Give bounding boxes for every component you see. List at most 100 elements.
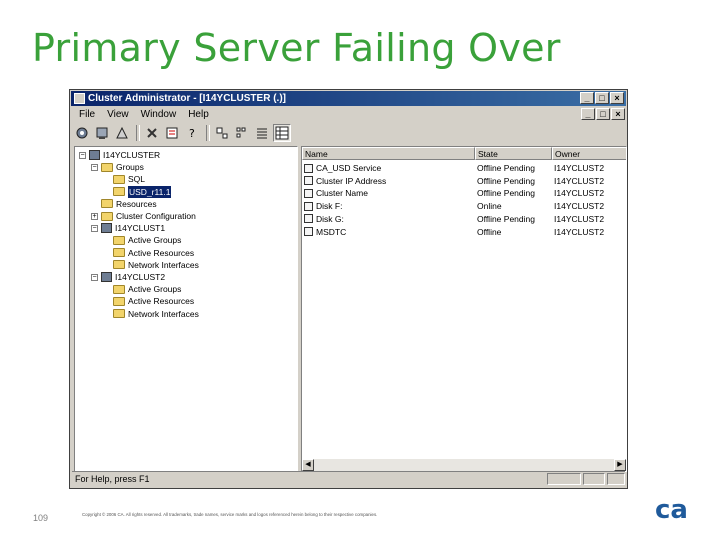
ca-logo-text: ca xyxy=(655,495,688,523)
resource-name-cell[interactable]: CA_USD Service xyxy=(304,162,474,174)
toolbar-separator xyxy=(136,125,140,141)
menu-help[interactable]: Help xyxy=(182,108,215,122)
menu-view[interactable]: View xyxy=(101,108,135,122)
cell-text: I14YCLUST2 xyxy=(554,163,605,173)
minimize-button[interactable]: _ xyxy=(580,92,594,104)
tree-node[interactable]: − I14YCLUST2 xyxy=(91,271,165,283)
tree-node[interactable]: USD_r11.1 xyxy=(103,185,172,198)
collapse-icon[interactable]: − xyxy=(79,151,86,159)
scroll-left-icon[interactable]: ◀ xyxy=(302,459,314,471)
folder-icon xyxy=(101,199,113,209)
collapse-icon[interactable]: − xyxy=(91,224,98,232)
tree-node[interactable]: − I14YCLUSTER xyxy=(79,149,160,161)
tree-node-label: I14YCLUST1 xyxy=(115,223,166,234)
folder-icon xyxy=(101,211,113,221)
resource-name-cell[interactable]: Disk G: xyxy=(304,213,474,225)
cell-text: Offline Pending xyxy=(477,175,535,186)
column-header[interactable]: Name xyxy=(302,147,475,160)
list-view-icon[interactable] xyxy=(253,124,271,142)
table-cell: I14YCLUST2 xyxy=(554,175,626,187)
cell-text: I14YCLUST2 xyxy=(554,188,605,199)
tree-node-label: I14YCLUSTER xyxy=(103,150,161,160)
tree-node[interactable]: Resources xyxy=(91,198,157,210)
window-title: Cluster Administrator - [I14YCLUSTER (.)… xyxy=(88,93,286,104)
tree-node[interactable]: − I14YCLUST1 xyxy=(91,222,165,234)
horizontal-scrollbar[interactable]: ◀ ▶ xyxy=(302,459,626,471)
cell-text: Offline Pending xyxy=(477,188,535,199)
mdi-close-button[interactable]: × xyxy=(611,108,625,120)
maximize-button[interactable]: □ xyxy=(595,92,609,104)
slide-title: Primary Server Failing Over xyxy=(32,26,561,70)
tree-node[interactable]: Active Groups xyxy=(103,234,181,246)
app-icon xyxy=(74,93,85,104)
resource-name-cell[interactable]: Cluster Name xyxy=(304,187,474,199)
cell-text: Disk F: xyxy=(316,201,343,212)
column-header[interactable]: Owner xyxy=(552,147,626,160)
resource-icon xyxy=(304,176,313,186)
large-icons-icon[interactable] xyxy=(213,124,231,142)
window-titlebar[interactable]: Cluster Administrator - [I14YCLUSTER (.)… xyxy=(71,91,626,106)
cell-text: MSDTC xyxy=(316,226,347,237)
cell-text: I14YCLUST2 xyxy=(554,201,605,212)
cell-text: Offline Pending xyxy=(477,213,535,224)
table-cell: I14YCLUST2 xyxy=(554,200,626,212)
tree-node-label: Resources xyxy=(116,198,157,209)
resource-name-cell[interactable]: MSDTC xyxy=(304,226,474,238)
node-icon[interactable] xyxy=(93,124,111,142)
mdi-restore-button[interactable]: □ xyxy=(596,108,610,120)
status-text: For Help, press F1 xyxy=(75,474,150,484)
resource-name-cell[interactable]: Disk F: xyxy=(304,200,474,212)
cell-text: CA_USD Service xyxy=(316,163,382,173)
tree-pane[interactable]: − I14YCLUSTER − Groups SQL USD_r11.1 Resources… xyxy=(74,146,298,472)
scroll-right-icon[interactable]: ▶ xyxy=(614,459,626,471)
cell-text: Offline Pending xyxy=(477,163,535,173)
cluster-admin-window: Cluster Administrator - [I14YCLUSTER (.)… xyxy=(69,89,628,489)
resource-icon xyxy=(304,214,313,224)
pause-node-icon[interactable] xyxy=(113,124,131,142)
tree-node-label: I14YCLUST2 xyxy=(115,272,166,282)
toolbar-separator xyxy=(206,125,210,141)
menu-window[interactable]: Window xyxy=(135,108,183,122)
resource-icon xyxy=(304,201,313,211)
status-panel xyxy=(547,473,581,485)
small-icons-icon[interactable] xyxy=(233,124,251,142)
collapse-icon[interactable]: − xyxy=(91,163,98,171)
properties-icon[interactable] xyxy=(163,124,181,142)
tree-node-label: Network Interfaces xyxy=(128,259,199,270)
table-cell: Offline Pending xyxy=(477,162,551,174)
cell-text: Cluster Name xyxy=(316,188,368,199)
delete-icon[interactable] xyxy=(143,124,161,142)
mdi-minimize-button[interactable]: _ xyxy=(581,108,595,120)
toolbar: ? xyxy=(73,123,293,143)
tree-node[interactable]: + Cluster Configuration xyxy=(91,210,196,222)
resource-icon xyxy=(304,188,313,198)
collapse-icon[interactable]: − xyxy=(91,273,98,281)
help-icon[interactable]: ? xyxy=(183,124,201,142)
table-cell: Offline Pending xyxy=(477,175,551,187)
details-view-icon[interactable] xyxy=(273,124,291,142)
tree-node[interactable]: Network Interfaces xyxy=(103,308,199,320)
tree-node-label: Active Resources xyxy=(128,247,195,258)
expand-icon[interactable]: + xyxy=(91,212,98,220)
close-button[interactable]: × xyxy=(610,92,624,104)
tree-node[interactable]: − Groups xyxy=(91,161,144,173)
cluster-connect-icon[interactable] xyxy=(73,124,91,142)
folder-icon xyxy=(113,296,125,306)
tree-node-label: Active Groups xyxy=(128,284,182,295)
resource-name-cell[interactable]: Cluster IP Address xyxy=(304,175,474,187)
folder-icon xyxy=(113,309,125,319)
table-cell: I14YCLUST2 xyxy=(554,226,626,238)
cell-text: I14YCLUST2 xyxy=(554,213,605,224)
column-header[interactable]: State xyxy=(475,147,552,160)
svg-text:?: ? xyxy=(189,127,195,140)
table-cell: Offline xyxy=(477,226,551,238)
tree-node[interactable]: Active Resources xyxy=(103,247,194,259)
tree-node[interactable]: Active Groups xyxy=(103,283,181,295)
status-panel xyxy=(607,473,625,485)
tree-node[interactable]: Network Interfaces xyxy=(103,259,199,271)
menu-file[interactable]: File xyxy=(73,108,101,122)
folder-icon xyxy=(113,235,125,245)
resource-list-pane[interactable]: ◀ ▶ NameStateOwnerResource TypeCA_USD Se… xyxy=(301,146,627,472)
tree-node[interactable]: Active Resources xyxy=(103,295,194,307)
tree-node[interactable]: SQL xyxy=(103,173,145,185)
